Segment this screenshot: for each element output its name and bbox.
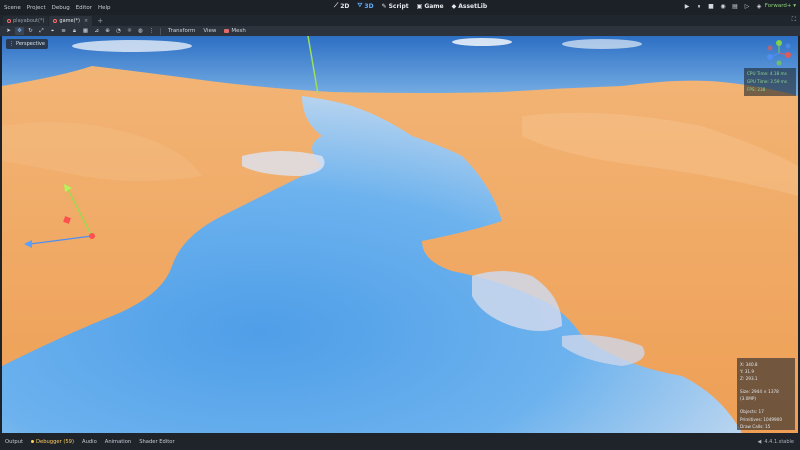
mode-2d-button[interactable]: ⟋ 2D [334,2,349,10]
view-menu[interactable]: View [200,28,219,34]
mesh-menu[interactable]: Mesh [221,28,248,34]
move-tool-icon[interactable]: ✥ [15,27,24,35]
group-icon[interactable]: ▦ [81,27,90,35]
more-options-icon[interactable]: ⋮ [147,27,156,35]
menu-help[interactable]: Help [98,5,111,11]
pos-x: X: 340.8 [740,362,758,367]
scene-icon [7,19,11,23]
selectable-icon[interactable]: ⌖ [48,27,57,35]
assetlib-icon: ◆ [451,2,457,10]
scene-icon [53,19,58,23]
pos-z: Z: 293.1 [740,376,758,382]
playback-controls: ▶ ⏸ ■ ◉ ▤ ▷ ◈ [684,3,762,11]
3d-viewport[interactable]: ⋮ Perspective CPU Time: 4.18 ms GPU Time… [2,36,798,433]
play-icon[interactable]: ▶ [684,3,690,11]
view-info-panel: X: 340.8 Y: 31.9 Z: 293.1 Size: 2944 × 1… [737,358,795,430]
environment-preview-icon[interactable]: ◍ [136,27,145,35]
viewport-toolbar: ➤ ✥ ↻ ⤢ ⌖ ≡ 🔒︎ ▦ ⊿ ⊕ ◔ ☼ ◍ ⋮ Transform V… [0,26,800,36]
menu-project[interactable]: Project [27,5,46,11]
mode-script-button[interactable]: ✎ Script [382,2,409,10]
scene-tab-playabout[interactable]: playabout(*) [3,16,49,26]
script-icon: ✎ [381,2,387,10]
transform-menu[interactable]: Transform [165,28,198,34]
scene-tabs: playabout(*) game(*) × + ⛶ [0,15,800,26]
list-select-icon[interactable]: ≡ [59,27,68,35]
version-label: ◀ 4.4.1.stable [757,439,794,445]
pause-icon[interactable]: ⏸ [696,3,702,11]
scene-tab-game[interactable]: game(*) × [49,16,93,26]
tab-audio[interactable]: Audio [82,439,97,445]
menu-scene[interactable]: Scene [4,5,21,11]
mesh-icon [224,29,230,33]
rotate-tool-icon[interactable]: ↻ [26,27,35,35]
tab-output[interactable]: Output [5,439,23,445]
mode-3d-button[interactable]: ⛛ 3D [357,2,373,10]
tab-debugger[interactable]: Debugger (59) [31,439,74,445]
2d-icon: ⟋ [334,2,339,9]
menu-editor[interactable]: Editor [76,5,92,11]
viewport-size: Size: 2944 × 1378 (3.0MP) [740,389,779,402]
play-custom-icon[interactable]: ◈ [756,3,762,11]
notification-icon[interactable]: ◀ [758,439,762,445]
menu-debug[interactable]: Debug [52,5,70,11]
bottom-panel-bar: Output Debugger (59) Audio Animation Sha… [0,433,800,450]
workspace-switcher: ⟋ 2D ⛛ 3D ✎ Script ▣ Game ◆ AssetLib [334,2,487,10]
gpu-time: GPU Time: 3.59 ms [747,79,788,84]
menu-icon: ⋮ [9,41,14,47]
tab-shader-editor[interactable]: Shader Editor [139,439,174,445]
renderer-selector[interactable]: Forward+ ▾ [765,3,796,9]
add-scene-button[interactable]: + [93,17,107,25]
close-icon[interactable]: × [84,18,88,24]
ruler-icon[interactable]: ⊿ [92,27,101,35]
play-scene-icon[interactable]: ▷ [744,3,750,11]
select-tool-icon[interactable]: ➤ [4,27,13,35]
scale-tool-icon[interactable]: ⤢ [37,27,46,35]
sun-preview-icon[interactable]: ☼ [125,27,134,35]
fps-counter: FPS: 238 [747,87,766,92]
remote-debug-icon[interactable]: ◉ [720,3,726,11]
primitive-count: Primitives: 1049900 [740,416,783,422]
draw-calls: Draw Calls: 15 [740,423,771,429]
main-menu: Scene Project Debug Editor Help [0,5,111,11]
3d-icon: ⛛ [357,2,363,9]
tab-animation[interactable]: Animation [105,439,131,445]
stop-icon[interactable]: ■ [708,3,714,11]
pos-y: Y: 31.9 [740,369,755,375]
orientation-gizmo-icon[interactable] [766,40,792,66]
performance-panel: CPU Time: 4.18 ms GPU Time: 3.59 ms FPS:… [744,68,796,96]
terrain-render [2,36,798,433]
perspective-menu[interactable]: ⋮ Perspective [6,39,48,49]
local-space-icon[interactable]: ⊕ [103,27,112,35]
menu-bar: Scene Project Debug Editor Help ⟋ 2D ⛛ 3D … [0,0,800,15]
object-count: Objects: 17 [740,409,764,415]
movie-icon[interactable]: ▤ [732,3,738,11]
lock-icon[interactable]: 🔒︎ [70,27,79,35]
toolbar-separator [160,27,161,35]
distraction-free-icon[interactable]: ⛶ [792,16,796,24]
mode-game-button[interactable]: ▣ Game [417,2,444,10]
snap-icon[interactable]: ◔ [114,27,123,35]
warning-dot-icon [31,440,35,443]
cpu-time: CPU Time: 4.18 ms [747,71,787,76]
game-icon: ▣ [416,2,423,10]
mode-assetlib-button[interactable]: ◆ AssetLib [452,2,488,10]
